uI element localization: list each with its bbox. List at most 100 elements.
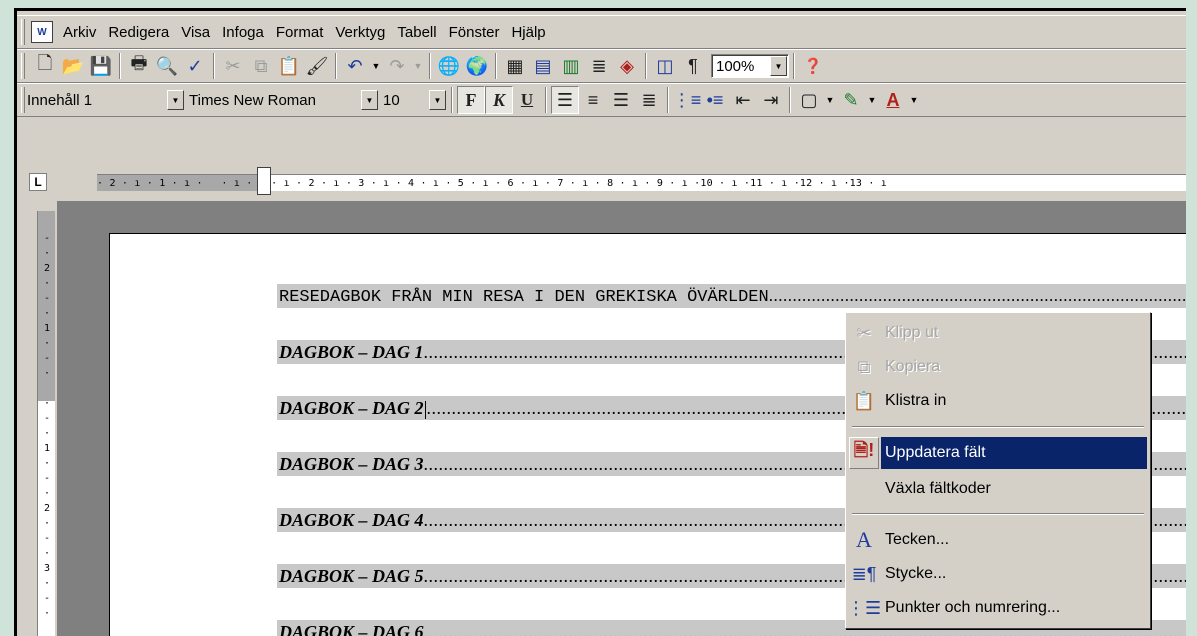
toc-dots: ........................................…: [768, 286, 1186, 305]
font-icon: A: [856, 527, 872, 552]
toc-entry-text: DAGBOK – DAG 1: [279, 342, 424, 362]
new-document-icon[interactable]: 🗋: [31, 52, 59, 80]
context-menu-label: Tecken...: [885, 531, 950, 548]
open-icon[interactable]: 📂: [59, 52, 87, 80]
hyperlink-icon[interactable]: 🌐: [435, 52, 463, 80]
menu-infoga[interactable]: Infoga: [216, 24, 270, 41]
context-menu-separator: [852, 426, 1144, 428]
chevron-down-icon[interactable]: ▼: [167, 90, 184, 110]
context-menu-item-vaxla-faltkoder[interactable]: Växla fältkoder: [849, 472, 1147, 506]
underline-button[interactable]: U: [513, 86, 541, 114]
decrease-indent-icon[interactable]: ⇤: [729, 86, 757, 114]
menu-arkiv[interactable]: Arkiv: [57, 24, 102, 41]
chevron-down-icon[interactable]: ▼: [770, 56, 787, 76]
menu-verktyg[interactable]: Verktyg: [329, 24, 391, 41]
spelling-icon[interactable]: ✓: [181, 52, 209, 80]
text-cursor: [424, 400, 426, 419]
style-value: Innehåll 1: [27, 91, 93, 109]
context-menu-label: Stycke...: [885, 565, 947, 582]
toolbar-separator: [119, 53, 121, 79]
toc-heading[interactable]: RESEDAGBOK FRÅN MIN RESA I DEN GREKISKA …: [277, 284, 1186, 308]
toolbar-separator: [429, 53, 431, 79]
highlight-icon[interactable]: ✎: [837, 86, 865, 114]
drawing-icon[interactable]: ◈: [613, 52, 641, 80]
style-combo[interactable]: Innehåll 1 ▼: [27, 88, 185, 112]
undo-dropdown-icon[interactable]: ▼: [369, 61, 383, 71]
formatting-toolbar-grip[interactable]: [21, 87, 25, 113]
copy-icon[interactable]: ⧉: [247, 52, 275, 80]
align-right-icon[interactable]: ☰: [607, 86, 635, 114]
context-menu-item-klistra-in[interactable]: 📋 Klistra in: [849, 384, 1147, 418]
increase-indent-icon[interactable]: ⇥: [757, 86, 785, 114]
print-preview-icon[interactable]: 🔍: [153, 52, 181, 80]
save-icon[interactable]: 💾: [87, 52, 115, 80]
cut-icon[interactable]: ✂: [219, 52, 247, 80]
word-document-icon[interactable]: W: [31, 21, 53, 43]
menu-format[interactable]: Format: [270, 24, 330, 41]
menu-fonster[interactable]: Fönster: [443, 24, 506, 41]
paste-icon[interactable]: 📋: [275, 52, 303, 80]
chevron-down-icon[interactable]: ▼: [361, 90, 378, 110]
context-menu-label: Punkter och numrering...: [885, 599, 1061, 616]
toc-entry-text: DAGBOK – DAG 4: [279, 510, 424, 530]
align-left-icon[interactable]: ☰: [551, 86, 579, 114]
context-menu-separator: [852, 513, 1144, 515]
copy-icon: ⧉: [857, 356, 871, 377]
borders-dropdown-icon[interactable]: ▼: [823, 95, 837, 105]
justify-icon[interactable]: ≣: [635, 86, 663, 114]
toc-heading-text: RESEDAGBOK FRÅN MIN RESA I DEN GREKISKA …: [279, 288, 769, 307]
toc-entry-text: DAGBOK – DAG 2: [279, 398, 424, 418]
menu-tabell[interactable]: Tabell: [391, 24, 442, 41]
print-icon[interactable]: 🖶: [125, 52, 153, 80]
tables-borders-icon[interactable]: ▦: [501, 52, 529, 80]
bold-button[interactable]: F: [457, 86, 485, 114]
menu-bar: W Arkiv Redigera Visa Infoga Format Verk…: [17, 15, 1186, 49]
redo-dropdown-icon[interactable]: ▼: [411, 61, 425, 71]
font-color-icon[interactable]: A: [879, 86, 907, 114]
menu-hjalp[interactable]: Hjälp: [505, 24, 551, 41]
menu-visa[interactable]: Visa: [175, 24, 216, 41]
vertical-ruler[interactable]: - · 2 · - · 1 · - · · - · 1 · - · 2 · - …: [37, 211, 55, 636]
zoom-value: 100%: [716, 57, 755, 75]
web-toolbar-icon[interactable]: 🌍: [463, 52, 491, 80]
undo-icon[interactable]: ↶: [341, 52, 369, 80]
context-menu-item-tecken[interactable]: A Tecken...: [849, 523, 1147, 557]
context-menu-item-klipp-ut[interactable]: ✂ Klipp ut: [849, 316, 1147, 350]
indent-marker[interactable]: [257, 167, 271, 195]
numbering-icon[interactable]: ⋮≡: [673, 86, 702, 114]
toolbar-separator: [213, 53, 215, 79]
help-icon[interactable]: ❓: [799, 52, 827, 80]
menu-bar-grip[interactable]: [21, 19, 25, 45]
highlight-dropdown-icon[interactable]: ▼: [865, 95, 879, 105]
context-menu-item-stycke[interactable]: ≣¶ Stycke...: [849, 557, 1147, 591]
menu-redigera[interactable]: Redigera: [102, 24, 175, 41]
tab-selector[interactable]: L: [29, 173, 47, 191]
chevron-down-icon[interactable]: ▼: [429, 90, 446, 110]
formatting-toolbar: Innehåll 1 ▼ Times New Roman ▼ 10 ▼ F K …: [17, 83, 1186, 117]
toolbar-separator: [645, 53, 647, 79]
update-field-icon: 🗎!: [849, 437, 879, 469]
toolbar-separator: [451, 87, 453, 113]
italic-button[interactable]: K: [485, 86, 513, 114]
font-combo[interactable]: Times New Roman ▼: [189, 88, 379, 112]
borders-icon[interactable]: ▢: [795, 86, 823, 114]
format-painter-icon[interactable]: 🖌: [303, 52, 331, 80]
context-menu-item-kopiera[interactable]: ⧉ Kopiera: [849, 350, 1147, 384]
show-hide-icon[interactable]: ¶: [679, 52, 707, 80]
align-center-icon[interactable]: ≡: [579, 86, 607, 114]
zoom-combo[interactable]: 100% ▼: [711, 54, 789, 78]
columns-icon[interactable]: ≣: [585, 52, 613, 80]
insert-excel-icon[interactable]: ▥: [557, 52, 585, 80]
document-map-icon[interactable]: ◫: [651, 52, 679, 80]
standard-toolbar-grip[interactable]: [21, 53, 25, 79]
context-menu-item-uppdatera-falt[interactable]: 🗎! Uppdatera fält: [849, 436, 1147, 470]
paste-icon: 📋: [852, 390, 876, 411]
font-color-dropdown-icon[interactable]: ▼: [907, 95, 921, 105]
insert-table-icon[interactable]: ▤: [529, 52, 557, 80]
context-menu-label: Klipp ut: [885, 324, 939, 341]
redo-icon[interactable]: ↷: [383, 52, 411, 80]
bullets-icon[interactable]: •≡: [701, 86, 729, 114]
context-menu-item-punkter-och-numrering[interactable]: ⋮☰ Punkter och numrering...: [847, 591, 1147, 625]
font-size-combo[interactable]: 10 ▼: [383, 88, 447, 112]
toolbar-separator: [495, 53, 497, 79]
